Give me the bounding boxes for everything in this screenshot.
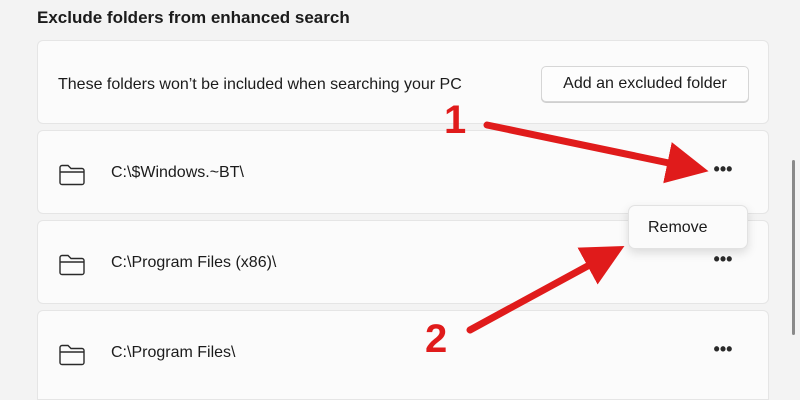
folder-path: C:\$Windows.~BT\ xyxy=(111,164,244,181)
more-options-button[interactable]: ••• xyxy=(708,340,738,365)
remove-menu-item[interactable]: Remove xyxy=(648,219,708,237)
folder-row: C:\$Windows.~BT\ ••• xyxy=(37,130,769,214)
folder-icon xyxy=(59,254,85,276)
folder-icon xyxy=(59,344,85,366)
context-menu: Remove xyxy=(628,205,748,249)
settings-page: Exclude folders from enhanced search The… xyxy=(0,0,800,400)
excluded-folders-header-card: These folders won’t be included when sea… xyxy=(37,40,769,124)
folder-icon xyxy=(59,164,85,186)
header-description: These folders won’t be included when sea… xyxy=(58,76,462,93)
more-options-button[interactable]: ••• xyxy=(708,160,738,185)
folder-row: C:\Program Files\ ••• xyxy=(37,310,769,400)
annotation-step-2: 2 xyxy=(425,317,448,361)
folder-path: C:\Program Files\ xyxy=(111,344,236,361)
add-excluded-folder-button[interactable]: Add an excluded folder xyxy=(541,66,749,102)
folder-path: C:\Program Files (x86)\ xyxy=(111,254,277,271)
more-options-button[interactable]: ••• xyxy=(708,250,738,275)
annotation-step-1: 1 xyxy=(444,98,467,142)
section-title: Exclude folders from enhanced search xyxy=(37,8,350,27)
scrollbar[interactable] xyxy=(792,160,795,335)
